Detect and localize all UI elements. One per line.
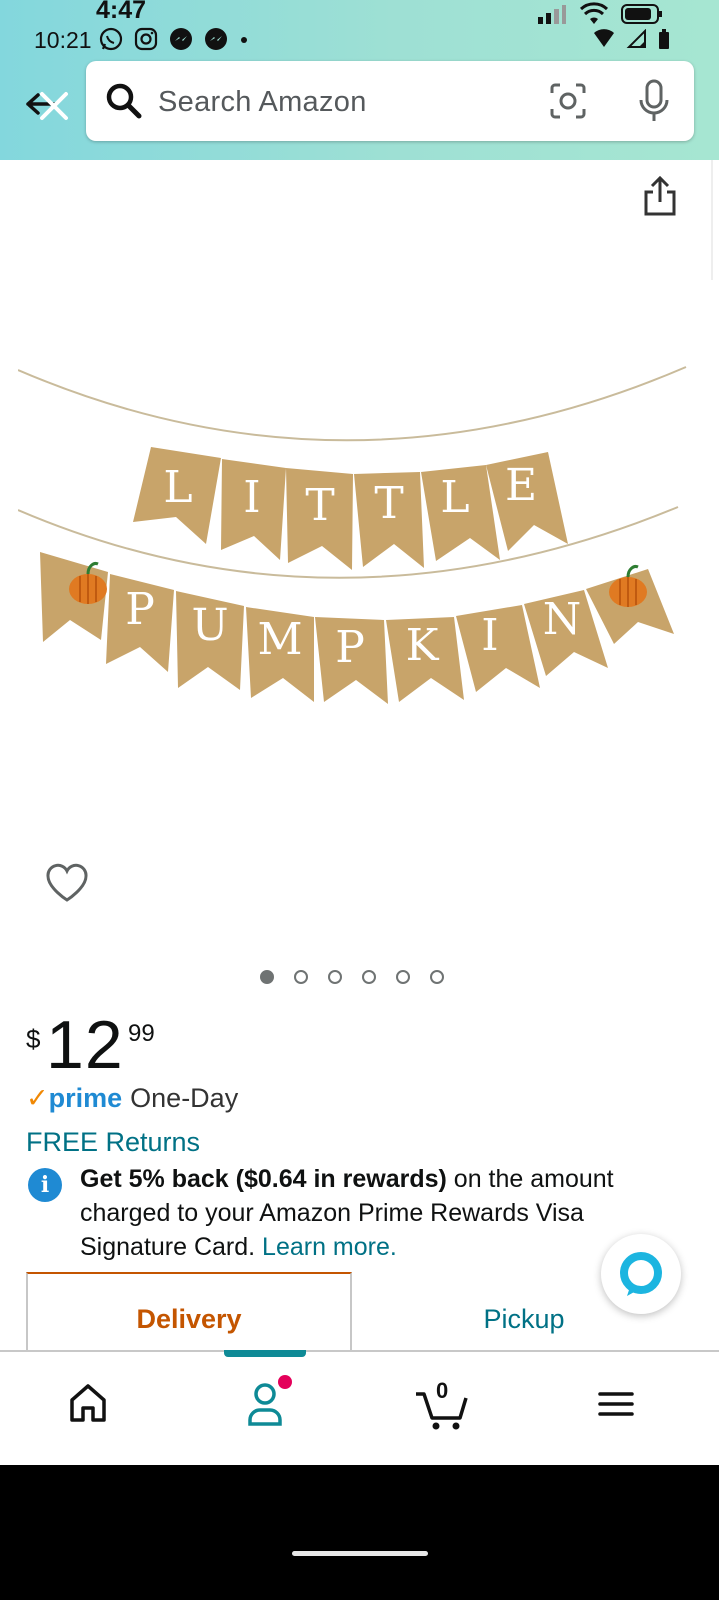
signal-icon: [538, 5, 566, 24]
product-image[interactable]: LIT TLE PUM PKI N: [18, 362, 702, 712]
image-scrollbar: [711, 160, 713, 280]
tab-delivery-label: Delivery: [136, 1304, 242, 1334]
cart-count: 0: [436, 1378, 449, 1403]
status-time-overlay: 4:47: [96, 0, 147, 24]
info-icon: i: [28, 1168, 62, 1202]
signal-small-icon: [626, 29, 646, 48]
home-icon: [70, 1384, 106, 1422]
prime-speed: One-Day: [130, 1083, 239, 1113]
search-input[interactable]: Search Amazon: [158, 86, 367, 119]
svg-text:T: T: [305, 480, 334, 531]
messenger-icon: [170, 28, 192, 50]
svg-text:U: U: [191, 600, 228, 651]
carousel-dot[interactable]: [396, 970, 410, 984]
wifi-icon: [579, 2, 609, 24]
whatsapp-icon: [99, 27, 123, 51]
status-icons-top: [537, 2, 663, 26]
messenger-icon-2: [205, 28, 227, 50]
free-returns-link[interactable]: FREE Returns: [26, 1127, 200, 1158]
home-gesture-indicator[interactable]: [292, 1551, 428, 1556]
svg-text:M: M: [257, 614, 302, 665]
battery-icon: [621, 4, 662, 24]
svg-text:P: P: [335, 622, 365, 673]
menu-icon: [598, 1392, 634, 1416]
nav-cart[interactable]: 0: [400, 1374, 480, 1444]
instagram-icon: [134, 27, 158, 51]
wifi-small-icon: [594, 29, 614, 47]
status-time: 10:21: [34, 27, 92, 53]
svg-text:E: E: [505, 460, 537, 511]
svg-text:L: L: [163, 462, 192, 513]
back-icon[interactable]: [22, 84, 72, 134]
search-icon: [106, 83, 142, 119]
microphone-icon[interactable]: [634, 79, 674, 125]
bottom-nav: 0: [0, 1350, 719, 1467]
tab-delivery[interactable]: Delivery: [26, 1272, 352, 1350]
camera-search-icon[interactable]: [548, 81, 588, 121]
fulfillment-tabs: Delivery Pickup: [26, 1272, 696, 1350]
rewards-bold-text: Get 5% back ($0.64 in rewards): [80, 1165, 447, 1193]
app-header: 4:47 10:21 Search Amazon: [0, 0, 719, 160]
svg-text:N: N: [543, 594, 582, 645]
more-notifications-dot: [241, 37, 247, 43]
image-carousel-dots[interactable]: [260, 970, 444, 984]
price-fraction: 99: [128, 1020, 155, 1047]
tab-pickup-label: Pickup: [483, 1304, 565, 1334]
share-icon[interactable]: [642, 175, 678, 217]
svg-text:T: T: [374, 478, 403, 529]
tab-pickup[interactable]: Pickup: [352, 1272, 696, 1350]
nav-home[interactable]: [48, 1374, 128, 1444]
svg-text:I: I: [481, 610, 498, 661]
nav-account[interactable]: [226, 1374, 306, 1444]
learn-more-link[interactable]: Learn more.: [262, 1233, 397, 1261]
account-icon: [248, 1375, 292, 1426]
nav-menu[interactable]: [578, 1374, 658, 1444]
svg-text:P: P: [125, 584, 155, 635]
carousel-dot[interactable]: [328, 970, 342, 984]
nav-active-indicator: [224, 1350, 306, 1357]
notification-icons: [98, 26, 250, 52]
prime-check-icon: ✓: [26, 1083, 49, 1113]
svg-text:L: L: [440, 472, 469, 523]
svg-text:K: K: [406, 620, 440, 671]
status-icons-bottom: [593, 28, 671, 50]
wishlist-heart-icon[interactable]: [44, 862, 90, 904]
svg-text:I: I: [243, 472, 260, 523]
carousel-dot[interactable]: [294, 970, 308, 984]
prime-logo: prime: [48, 1083, 123, 1113]
system-navigation-bar: [0, 1465, 719, 1600]
price-currency: $: [26, 1024, 41, 1054]
battery-small-icon: [659, 29, 669, 49]
search-bar[interactable]: Search Amazon: [86, 61, 694, 141]
prime-shipping[interactable]: ✓ prime One-Day: [26, 1083, 238, 1114]
carousel-dot[interactable]: [430, 970, 444, 984]
carousel-dot[interactable]: [362, 970, 376, 984]
carousel-dot[interactable]: [260, 970, 274, 984]
price-whole: 12: [46, 1007, 124, 1083]
